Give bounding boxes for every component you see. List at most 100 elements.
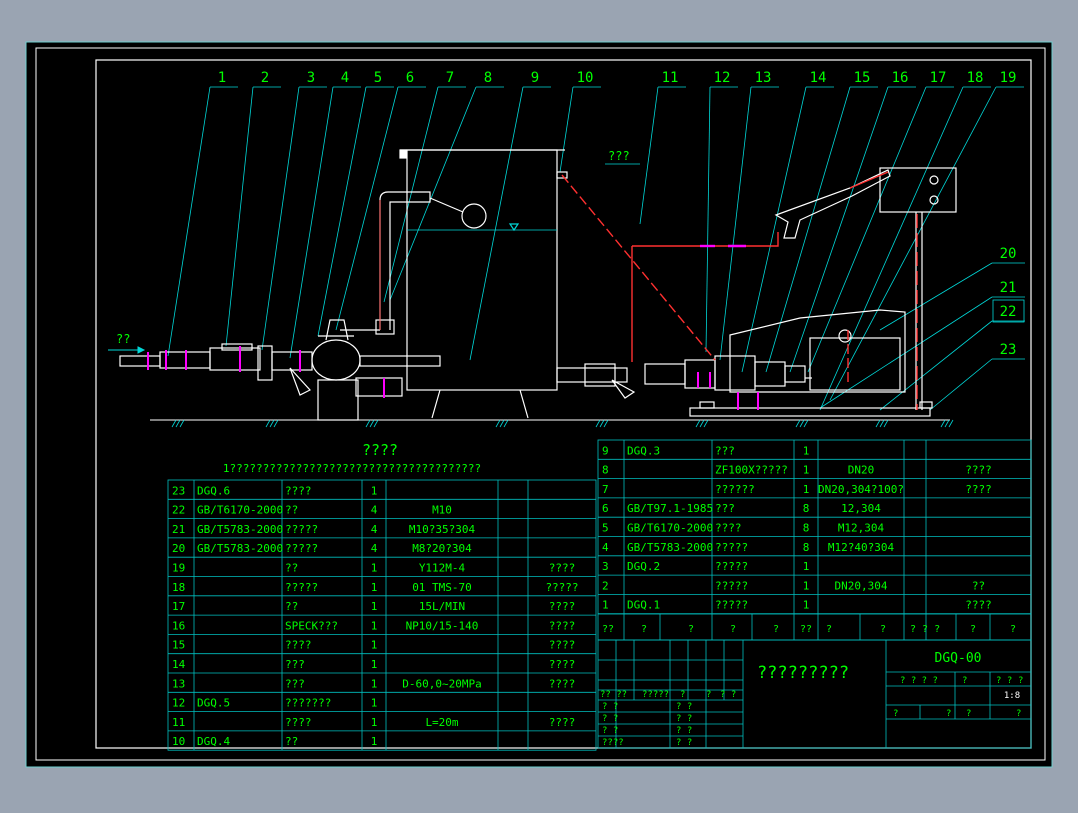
parts-cell: 8	[803, 522, 810, 535]
parts-header-cell: ??	[602, 624, 614, 635]
parts-cell: 13	[172, 677, 185, 690]
title-block-label: ?	[706, 690, 711, 700]
parts-cell: ?????	[285, 523, 318, 536]
inlet-label: ??	[116, 332, 130, 346]
parts-cell: ????	[965, 599, 992, 612]
parts-cell: ????	[285, 484, 312, 497]
parts-cell: ????	[715, 522, 742, 535]
parts-cell: 21	[172, 523, 185, 536]
parts-cell: DN20	[848, 464, 875, 477]
parts-cell: GB/T5783-2000	[197, 542, 283, 555]
callout-22: 22	[1000, 304, 1017, 320]
parts-cell: SPECK???	[285, 619, 338, 632]
parts-cell: ?????	[715, 579, 748, 592]
parts-cell: DGQ.5	[197, 697, 230, 710]
callout-23: 23	[1000, 342, 1017, 358]
parts-cell: 4	[371, 523, 378, 536]
parts-cell: ?????	[715, 560, 748, 573]
parts-cell: 3	[602, 560, 609, 573]
callout-16: 16	[892, 70, 909, 86]
parts-cell: M10	[432, 504, 452, 517]
parts-header-cell: ??	[800, 624, 812, 635]
parts-cell: 18	[172, 581, 185, 594]
callout-18: 18	[967, 70, 984, 86]
parts-cell: 8	[803, 502, 810, 515]
parts-cell: Y112M-4	[419, 562, 466, 575]
parts-cell: GB/T5783-2000	[197, 523, 283, 536]
title-block-cell: ?	[893, 709, 898, 719]
callout-5: 5	[374, 70, 382, 86]
parts-cell: ZF100X?????	[715, 464, 788, 477]
callout-13: 13	[755, 70, 772, 86]
parts-cell: L=20m	[425, 716, 458, 729]
parts-cell: 1	[803, 599, 810, 612]
parts-cell: DGQ.4	[197, 735, 230, 748]
parts-cell: ??	[285, 735, 298, 748]
parts-cell: 17	[172, 600, 185, 613]
parts-cell: ?????	[545, 581, 578, 594]
parts-cell: 1	[371, 619, 378, 632]
parts-cell: ????	[549, 600, 576, 613]
engineering-drawing: 1 2 3 4 5 6 7 8 9 10 11 12 13 14 15 16 17 18 1920212223	[25, 41, 1053, 768]
parts-cell: 6	[602, 502, 609, 515]
parts-list-note: 1??????????????????????????????????????	[223, 462, 481, 475]
parts-cell: M12?40?304	[828, 541, 895, 554]
callout-3: 3	[307, 70, 315, 86]
parts-header-cell: ?	[970, 624, 976, 635]
callout-19: 19	[1000, 70, 1017, 86]
parts-cell: ???	[715, 444, 735, 457]
callout-14: 14	[810, 70, 827, 86]
parts-cell: DGQ.1	[627, 599, 660, 612]
parts-cell: 22	[172, 504, 185, 517]
parts-cell: M12,304	[838, 522, 885, 535]
title-block-label: ?????	[642, 690, 669, 700]
callout-1: 1	[218, 70, 226, 86]
title-block-sign: ????	[602, 738, 624, 748]
parts-cell: 12	[172, 697, 185, 710]
parts-cell: 1	[371, 484, 378, 497]
parts-cell: 1	[371, 735, 378, 748]
title-block-cell: ?	[1018, 676, 1023, 686]
parts-cell: 15L/MIN	[419, 600, 465, 613]
parts-cell: GB/T6170-2000	[197, 504, 283, 517]
cad-drawing-viewport: 1 2 3 4 5 6 7 8 9 10 11 12 13 14 15 16 17 18 19 20 21 22 23	[0, 0, 1078, 808]
callout-15: 15	[854, 70, 871, 86]
parts-cell: 1	[371, 716, 378, 729]
parts-cell: 8	[602, 464, 609, 477]
title-block-cell: ?	[962, 676, 967, 686]
title-block-cell: ? ? ? ?	[900, 676, 938, 686]
parts-cell: 10	[172, 735, 185, 748]
parts-cell: GB/T6170-2000	[627, 522, 713, 535]
parts-cell: 1	[371, 658, 378, 671]
parts-cell: ????	[285, 716, 312, 729]
parts-cell: 1	[803, 483, 810, 496]
title-block-label: ? ?	[720, 690, 736, 700]
parts-cell: 1	[371, 581, 378, 594]
drawing-scale: 1:8	[1004, 691, 1020, 701]
callout-4: 4	[341, 70, 349, 86]
callout-20: 20	[1000, 246, 1017, 262]
parts-cell: DGQ.3	[627, 444, 660, 457]
parts-cell: ????	[549, 658, 576, 671]
parts-cell: ?????	[285, 581, 318, 594]
parts-header-cell: ?	[1010, 624, 1016, 635]
parts-cell: 1	[803, 464, 810, 477]
callout-6: 6	[406, 70, 414, 86]
title-block-label: ?	[680, 690, 685, 700]
parts-cell: 1	[371, 600, 378, 613]
parts-cell: 2	[602, 579, 609, 592]
parts-cell: 7	[602, 483, 609, 496]
parts-cell: DGQ.6	[197, 484, 230, 497]
callout-21: 21	[1000, 280, 1017, 296]
title-block-sign: ? ?	[676, 714, 692, 724]
title-block-cell: ?	[1016, 709, 1021, 719]
parts-cell: ???	[715, 502, 735, 515]
title-block-sign: ? ?	[602, 714, 618, 724]
parts-cell: 1	[371, 639, 378, 652]
parts-cell: DGQ.2	[627, 560, 660, 573]
parts-cell: M10?35?304	[409, 523, 476, 536]
parts-cell: 1	[803, 579, 810, 592]
title-block-sign: ? ?	[676, 738, 692, 748]
parts-cell: DN20,304	[835, 579, 888, 592]
parts-cell: ????	[549, 619, 576, 632]
